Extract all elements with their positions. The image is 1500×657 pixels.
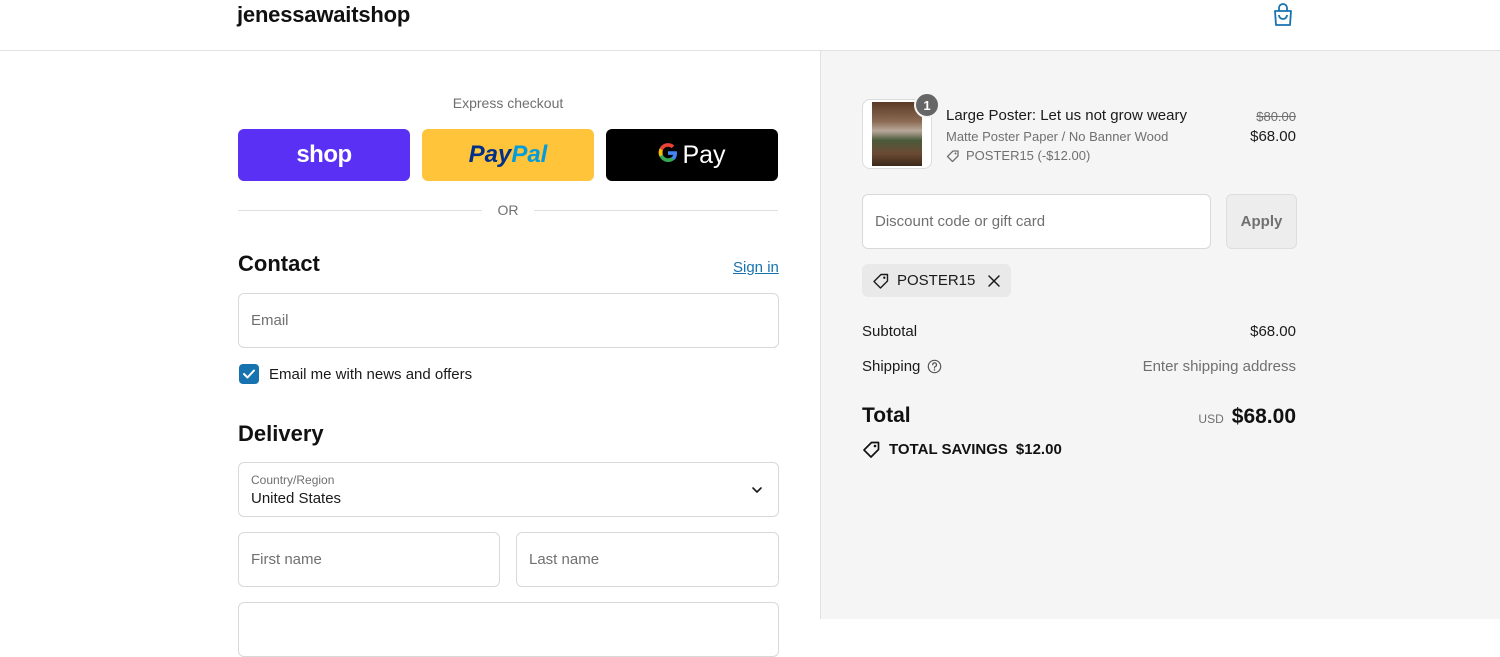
subtotal-value: $68.00 bbox=[1250, 323, 1296, 340]
paypal-logo-pay: Pay bbox=[468, 141, 512, 168]
shipping-row: Shipping bbox=[862, 358, 942, 375]
shipping-label: Shipping bbox=[862, 358, 921, 375]
paypal-button[interactable]: Pay Pal bbox=[422, 129, 594, 181]
product-discount: POSTER15 (-$12.00) bbox=[946, 148, 1090, 163]
discount-code-input[interactable] bbox=[863, 195, 1210, 248]
address-field-wrapper bbox=[238, 602, 779, 657]
subtotal-label: Subtotal bbox=[862, 323, 918, 340]
product-discount-text: POSTER15 (-$12.00) bbox=[966, 148, 1091, 163]
poster-image bbox=[872, 102, 922, 166]
express-checkout-label: Express checkout bbox=[452, 95, 564, 111]
email-field[interactable] bbox=[239, 294, 778, 347]
applied-discount-code: POSTER15 bbox=[897, 272, 976, 289]
chevron-down-icon bbox=[752, 487, 762, 493]
header: jenessawaitshop bbox=[0, 0, 1500, 51]
google-pay-label: Pay bbox=[682, 140, 726, 169]
or-text: OR bbox=[497, 202, 519, 218]
google-pay-button[interactable]: Pay bbox=[606, 129, 778, 181]
total-amount: $68.00 bbox=[1231, 405, 1296, 428]
google-g-icon bbox=[658, 141, 678, 170]
applied-discount-chip: POSTER15 bbox=[862, 264, 1012, 297]
shop-pay-logo: shop bbox=[296, 141, 352, 168]
savings-label: TOTAL SAVINGS bbox=[889, 441, 1008, 458]
help-icon[interactable] bbox=[927, 359, 942, 374]
contact-title: Contact bbox=[238, 251, 320, 276]
tag-icon bbox=[873, 273, 889, 289]
sign-in-link[interactable]: Sign in bbox=[733, 259, 779, 276]
checkout-form: Express checkout shop Pay Pal Pay OR Cont… bbox=[0, 51, 820, 657]
remove-discount-button[interactable] bbox=[987, 274, 1001, 288]
address-field[interactable] bbox=[239, 603, 778, 656]
first-name-wrapper bbox=[238, 532, 500, 587]
discount-field-wrapper bbox=[862, 194, 1211, 249]
final-price: $68.00 bbox=[1250, 128, 1296, 145]
country-select-value: United States bbox=[251, 490, 342, 507]
order-summary: 1 Large Poster: Let us not grow weary Ma… bbox=[820, 51, 1500, 619]
last-name-wrapper bbox=[516, 532, 779, 587]
quantity-badge: 1 bbox=[914, 92, 940, 118]
email-field-wrapper bbox=[238, 293, 779, 348]
close-icon bbox=[988, 274, 1001, 287]
product-title: Large Poster: Let us not grow weary bbox=[946, 107, 1187, 124]
last-name-field[interactable] bbox=[517, 533, 778, 586]
delivery-title: Delivery bbox=[238, 421, 324, 446]
checkmark-icon bbox=[243, 369, 255, 379]
product-variant: Matte Poster Paper / No Banner Wood bbox=[946, 129, 1169, 144]
total-savings: TOTAL SAVINGS $12.00 bbox=[862, 440, 1062, 459]
shipping-value: Enter shipping address bbox=[1142, 358, 1296, 375]
news-checkbox-label: Email me with news and offers bbox=[269, 366, 473, 383]
total-value-group: USD $68.00 bbox=[1198, 405, 1296, 429]
country-select[interactable]: Country/Region United States bbox=[238, 462, 779, 517]
news-checkbox[interactable] bbox=[239, 364, 259, 384]
country-select-label: Country/Region bbox=[251, 473, 335, 487]
tag-icon bbox=[946, 149, 959, 162]
or-divider: OR bbox=[238, 201, 778, 221]
total-label: Total bbox=[862, 404, 911, 427]
shop-name[interactable]: jenessawaitshop bbox=[237, 2, 410, 28]
apply-button[interactable]: Apply bbox=[1226, 194, 1297, 249]
paypal-logo-pal: Pal bbox=[511, 141, 548, 168]
first-name-field[interactable] bbox=[239, 533, 499, 586]
savings-value: $12.00 bbox=[1015, 441, 1062, 458]
total-currency: USD bbox=[1198, 412, 1224, 426]
shopping-bag-icon[interactable] bbox=[1270, 2, 1296, 28]
tag-icon bbox=[863, 441, 880, 458]
original-price: $80.00 bbox=[1256, 109, 1296, 124]
shop-pay-button[interactable]: shop bbox=[238, 129, 410, 181]
